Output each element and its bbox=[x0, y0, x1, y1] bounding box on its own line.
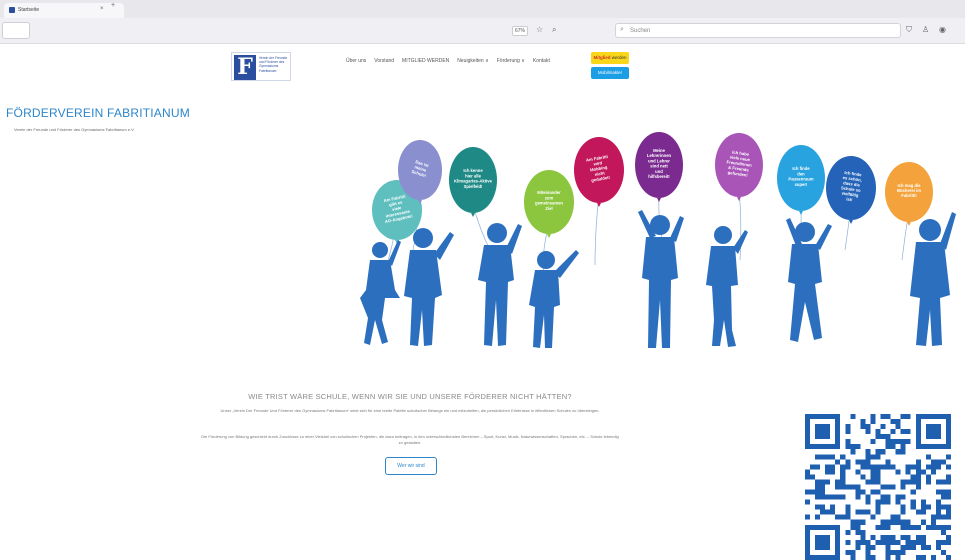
balloon-knot bbox=[737, 197, 741, 201]
wer-wir-sind-button[interactable]: Wer wir sind bbox=[385, 457, 437, 475]
site-logo[interactable]: F Verein der Freunde und Förderer des Gy… bbox=[231, 52, 291, 81]
account-icon[interactable]: ♙ bbox=[922, 25, 929, 34]
section-heading: WIE TRIST WÄRE SCHULE, WENN WIR SIE UND … bbox=[248, 392, 572, 401]
address-bar[interactable] bbox=[2, 22, 30, 39]
balloon: Ich findees schön,dass dieSchule sovielf… bbox=[826, 156, 876, 224]
balloon: Am FabrittiwirdMobbingnichtgeduldet! bbox=[574, 137, 624, 207]
hero-illustration: Am Fabrittigibt esvieleinteressanteAG-An… bbox=[360, 132, 956, 348]
section-paragraph-1: Unser „Verein Der Freunde Und Förderer d… bbox=[220, 408, 600, 413]
mobilmakler-button[interactable]: Mobilmakler bbox=[591, 67, 629, 79]
tab-close-icon[interactable]: × bbox=[100, 6, 104, 12]
browser-toolbar: 67% ☆ ⌕ ⌕ Suchen ⛉ ♙ ◉ bbox=[0, 18, 965, 44]
search-placeholder: Suchen bbox=[630, 28, 651, 34]
section-paragraph-2: Die Förderung von Bildung geschieht durc… bbox=[201, 434, 619, 445]
nav-item-kontakt[interactable]: Kontakt bbox=[533, 58, 550, 64]
nav-item-foerderung[interactable]: Förderung ∨ bbox=[497, 58, 525, 64]
balloon-knot bbox=[547, 234, 551, 238]
balloon: Ich kenne hier alle Klimagartes-Aktive Spie… bbox=[449, 147, 497, 217]
balloon-knot bbox=[799, 211, 803, 215]
mitglied-label: werden bbox=[611, 55, 627, 60]
browser-tabbar: Startseite × + bbox=[0, 0, 965, 18]
mitglied-werden-button[interactable]: Mitglied werden bbox=[591, 52, 629, 64]
tab-title: Startseite bbox=[18, 7, 40, 13]
mitglied-prefix: Mitglied bbox=[593, 55, 611, 60]
balloon-knot bbox=[471, 213, 475, 217]
balloon: Meine Lehrerinnen und Lehrer sind nett und hi… bbox=[635, 132, 683, 202]
page-title: FÖRDERVEREIN FABRITIANUM bbox=[6, 106, 190, 120]
page-subtitle: Verein der Freunde und Förderer des Gymn… bbox=[14, 127, 135, 132]
main-nav: Über uns Vorstand MITGLIED WERDEN Neuigk… bbox=[346, 58, 550, 64]
zoom-level[interactable]: 67% bbox=[512, 26, 529, 36]
balloon: Ich finde den Pausenraum super! bbox=[777, 145, 825, 215]
balloon-knot bbox=[907, 222, 911, 226]
search-icon: ⌕ bbox=[620, 26, 624, 33]
favicon-icon bbox=[9, 7, 15, 13]
logo-text: Verein der Freunde und Förderer des Gymn… bbox=[259, 56, 288, 73]
shield-icon[interactable]: ⛉ bbox=[906, 25, 912, 35]
nav-item-ueber-uns[interactable]: Über uns bbox=[346, 58, 366, 64]
browser-tab[interactable]: Startseite × bbox=[4, 3, 124, 18]
balloon: Miteinander zum gemeinsamen Ziel bbox=[524, 170, 574, 238]
balloon-knot bbox=[849, 220, 853, 224]
nav-item-vorstand[interactable]: Vorstand bbox=[374, 58, 394, 64]
new-tab-icon[interactable]: + bbox=[111, 2, 115, 9]
bookmark-star-icon[interactable]: ☆ bbox=[536, 25, 543, 34]
balloon: Ich mag die Bücherei im Fabritti! bbox=[885, 162, 933, 226]
page-search-icon[interactable]: ⌕ bbox=[552, 25, 556, 35]
qr-code bbox=[805, 414, 951, 560]
menu-icon[interactable]: ◉ bbox=[939, 25, 946, 34]
search-input[interactable]: ⌕ Suchen bbox=[615, 23, 901, 38]
logo-letter: F bbox=[234, 55, 256, 80]
balloon: Ich habeviele neueFreundinnen& Freundege… bbox=[715, 133, 763, 201]
nav-item-neuigkeiten[interactable]: Neuigkeiten ∨ bbox=[457, 58, 488, 64]
nav-item-mitglied-werden[interactable]: MITGLIED WERDEN bbox=[402, 58, 449, 64]
balloon-knot bbox=[657, 198, 661, 202]
